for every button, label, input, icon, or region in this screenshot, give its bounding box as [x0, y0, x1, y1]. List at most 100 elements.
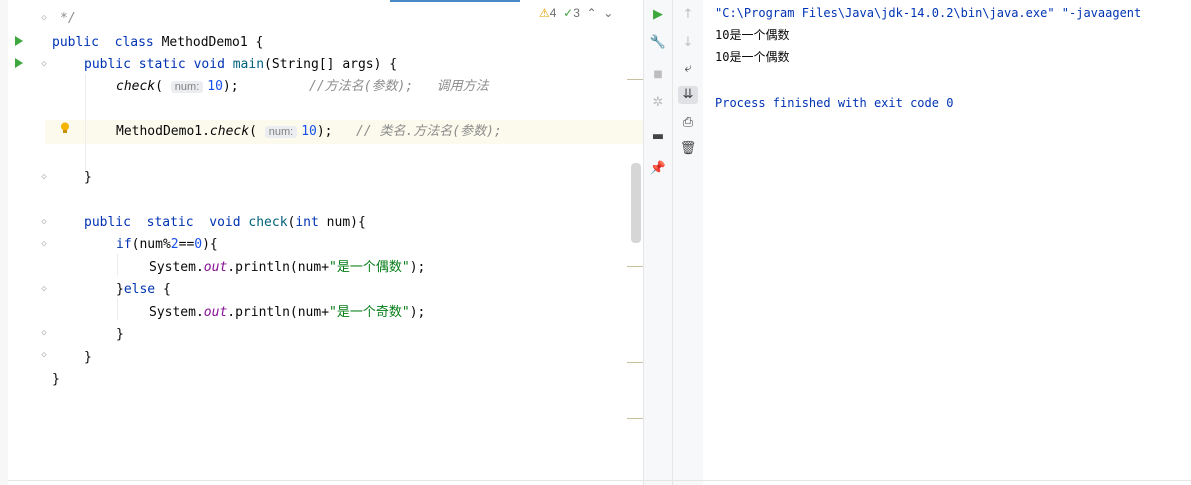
console-toolbar: ↑ ↓ ⤶ ⇊ ⎙ 🗑 — [672, 0, 704, 485]
string-literal: "是一个偶数" — [329, 260, 410, 275]
keyword: public — [52, 35, 99, 50]
number-literal: 2 — [170, 237, 179, 252]
editor-left-strip — [0, 0, 8, 485]
fold-icon[interactable]: ◇ — [40, 59, 48, 69]
code-line-11: if(num%2==0){ — [116, 234, 218, 256]
code-text: System. — [149, 305, 204, 320]
code-line-12: System.out.println(num+"是一个偶数"); — [149, 257, 425, 279]
fold-icon[interactable]: ◇ — [40, 172, 48, 182]
code-line-4: check( num: 10); //方法名(参数); 调用方法 — [116, 76, 489, 98]
scroll-to-end-icon[interactable]: ⇊ — [678, 86, 698, 104]
marker-stripe[interactable] — [627, 266, 643, 267]
code-line-17: } — [52, 372, 60, 387]
keyword: static — [138, 57, 186, 72]
keyword: public — [84, 57, 131, 72]
code-line-3: public static void main(String[] args) { — [84, 54, 397, 76]
code-text: ); — [409, 305, 426, 320]
code-text: .println(num+ — [227, 260, 330, 275]
comment: // 类名.方法名(参数); — [355, 124, 502, 139]
code-text: System. — [149, 260, 204, 275]
keyword: int — [295, 215, 319, 230]
comment: //方法名(参数); 调用方法 — [309, 79, 489, 94]
fold-icon[interactable]: ◇ — [40, 217, 48, 227]
weak-warning-count: 3 — [573, 6, 580, 20]
code-line-2: public class MethodDemo1 { — [52, 32, 263, 54]
number-literal: 10 — [301, 124, 317, 139]
run-class-icon[interactable] — [15, 36, 23, 46]
code-line-6: MethodDemo1.check( num: 10); // 类名.方法名(参数… — [116, 121, 502, 143]
next-highlight-icon[interactable]: ⌄ — [603, 6, 613, 20]
run-main-icon[interactable] — [15, 58, 23, 68]
pin-icon[interactable]: 📌 — [648, 160, 668, 178]
run-console[interactable]: "C:\Program Files\Java\jdk-14.0.2\bin\ja… — [703, 0, 1191, 485]
number-literal: 10 — [207, 79, 223, 94]
weak-warning-icon: ✓ — [563, 6, 574, 20]
fold-icon[interactable]: ◇ — [40, 284, 48, 294]
method-call: check — [116, 79, 156, 94]
code-text: (num% — [131, 237, 171, 252]
stop-icon[interactable]: ■ — [648, 66, 668, 84]
code-text: (String[] args) { — [264, 57, 398, 72]
lightbulb-icon[interactable] — [60, 122, 70, 134]
class-name: MethodDemo1. — [116, 124, 210, 139]
keyword: void — [209, 215, 241, 230]
marker-stripe[interactable] — [627, 418, 643, 419]
fold-icon[interactable]: ◇ — [40, 328, 48, 338]
class-name: MethodDemo1 { — [153, 35, 264, 50]
keyword: else — [123, 282, 156, 297]
fold-icon[interactable]: ◇ — [40, 13, 48, 23]
soft-wrap-icon[interactable]: ⤶ — [678, 60, 698, 78]
code-text: == — [178, 237, 195, 252]
marker-stripe[interactable] — [627, 362, 643, 363]
string-literal: "是一个奇数" — [329, 305, 410, 320]
code-editor[interactable]: ◇ ◇ ◇ ◇ ◇ ◇ ◇ ◇ ⚠4 ✓3 ⌃ ⌄ */ public clas… — [0, 0, 643, 485]
print-icon[interactable]: ⎙ — [678, 114, 698, 132]
method-name: check — [248, 215, 288, 230]
code-text: ){ — [202, 237, 218, 252]
up-arrow-icon[interactable]: ↑ — [678, 6, 698, 24]
console-exit-message: Process finished with exit code 0 — [715, 96, 954, 110]
editor-scrollbar-thumb[interactable] — [631, 163, 641, 243]
run-toolbar: ▶ 🔧 ■ ✲ ▬ 📌 — [643, 0, 672, 485]
code-text: .println(num+ — [227, 305, 330, 320]
code-line-8: } — [84, 170, 92, 185]
code-text: } — [116, 282, 124, 297]
code-line-10: public static void check(int num){ — [84, 212, 366, 234]
trash-icon[interactable]: 🗑 — [678, 140, 698, 158]
wrench-icon[interactable]: 🔧 — [648, 34, 668, 52]
fold-icon[interactable]: ◇ — [40, 350, 48, 360]
parameter-hint: num: — [264, 126, 298, 138]
keyword: class — [114, 35, 154, 50]
previous-highlight-icon[interactable]: ⌃ — [587, 6, 597, 20]
code-text: ); — [316, 124, 333, 139]
code-line-13: }else { — [116, 279, 171, 301]
bug-icon[interactable]: ✲ — [648, 94, 668, 112]
code-line-15: } — [116, 327, 124, 342]
indent-guide — [117, 254, 118, 276]
method-call: check — [209, 124, 250, 139]
number-literal: 0 — [194, 237, 203, 252]
inspection-status[interactable]: ⚠4 ✓3 ⌃ ⌄ — [539, 6, 613, 20]
code-line-1: */ — [60, 11, 76, 26]
keyword: void — [193, 57, 225, 72]
window-bottom-border — [8, 480, 1191, 481]
code-line-14: System.out.println(num+"是一个奇数"); — [149, 302, 425, 324]
rerun-icon[interactable]: ▶ — [648, 6, 668, 24]
code-text: ( — [249, 124, 257, 139]
marker-stripe[interactable] — [627, 79, 643, 80]
down-arrow-icon[interactable]: ↓ — [678, 34, 698, 52]
code-text: ( — [155, 79, 163, 94]
layout-icon[interactable]: ▬ — [648, 128, 668, 146]
parameter-hint: num: — [170, 81, 204, 93]
fold-icon[interactable]: ◇ — [40, 239, 48, 249]
console-output-line: 10是一个偶数 — [715, 28, 790, 42]
code-text: { — [155, 282, 171, 297]
editor-tab-indicator — [390, 0, 520, 2]
keyword: if — [116, 237, 132, 252]
console-output-line: 10是一个偶数 — [715, 50, 790, 64]
indent-guide — [85, 74, 86, 174]
code-text: num){ — [318, 215, 366, 230]
method-name: main — [232, 57, 265, 72]
code-text: ); — [409, 260, 426, 275]
field-name: out — [203, 260, 228, 275]
